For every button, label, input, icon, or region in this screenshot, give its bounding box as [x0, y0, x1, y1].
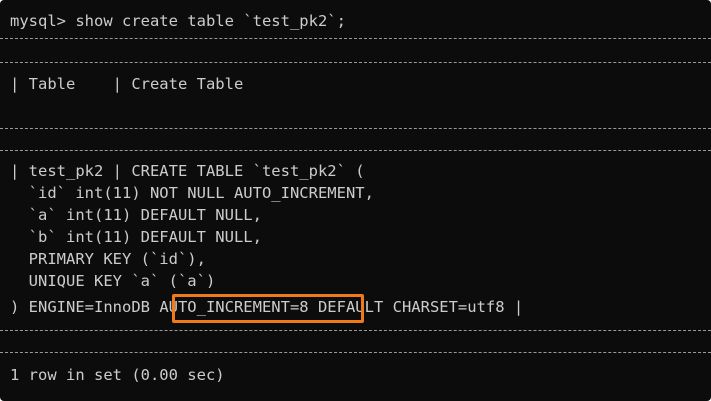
- command-prompt-line: mysql> show create table `test_pk2`;: [10, 12, 346, 30]
- result-line-1: | test_pk2 | CREATE TABLE `test_pk2` (: [10, 162, 365, 180]
- query-summary-line: 1 row in set (0.00 sec): [10, 366, 225, 384]
- table-border-header-bottom-b: [0, 150, 711, 151]
- result-line-3: `a` int(11) DEFAULT NULL,: [10, 206, 262, 224]
- result-line-6: UNIQUE KEY `a` (`a`): [10, 272, 216, 290]
- table-border-header-top: [0, 62, 711, 63]
- result-line-4: `b` int(11) DEFAULT NULL,: [10, 228, 262, 246]
- table-border-header-bottom-a: [0, 128, 711, 129]
- table-border-top: [0, 38, 711, 39]
- table-header-row: | Table | Create Table: [10, 75, 244, 93]
- engine-prefix: ) ENGINE=InnoDB: [10, 298, 160, 316]
- table-border-bottom-b: [0, 352, 711, 353]
- result-line-5: PRIMARY KEY (`id`),: [10, 250, 206, 268]
- result-line-2: `id` int(11) NOT NULL AUTO_INCREMENT,: [10, 184, 374, 202]
- table-border-bottom-a: [0, 330, 711, 331]
- terminal-window[interactable]: mysql> show create table `test_pk2`; | T…: [0, 0, 711, 401]
- auto-increment-highlight-box: [172, 294, 364, 323]
